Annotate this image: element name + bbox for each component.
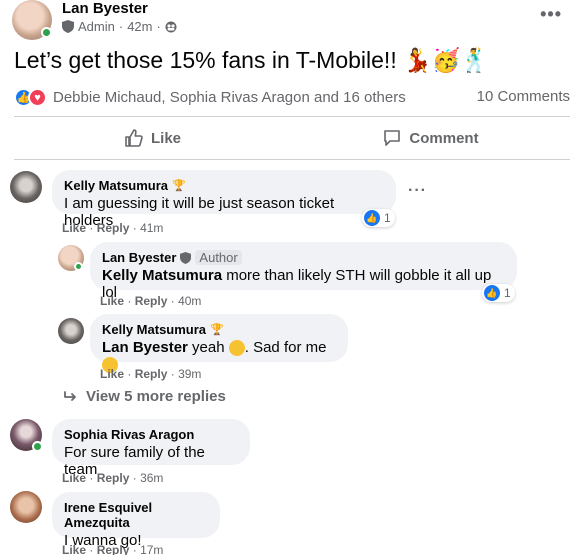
reply-bubble: Lan Byester Author Kelly Matsumura more …	[90, 242, 517, 301]
reaction-names[interactable]: Debbie Michaud, Sophia Rivas Aragon and …	[53, 89, 406, 106]
separator: ·	[132, 471, 137, 485]
reaction-count: 1	[384, 211, 391, 225]
view-more-replies-link[interactable]: View 5 more replies	[64, 388, 226, 405]
comment-actions: Like · Reply · 41m	[62, 221, 163, 235]
online-indicator	[74, 262, 83, 271]
post-role: Admin	[78, 19, 115, 34]
group-audience-icon	[165, 21, 177, 32]
love-reaction-icon: ♥	[28, 88, 47, 107]
commenter-name[interactable]: Kelly Matsumura 🏆	[64, 178, 384, 193]
separator: ·	[170, 367, 175, 381]
replier-name-text[interactable]: Kelly Matsumura	[102, 322, 206, 337]
comment-reply-link[interactable]: Reply	[97, 471, 130, 485]
fan-badge-icon: 🏆	[210, 324, 224, 336]
comment-button-label: Comment	[409, 129, 479, 147]
post-more-options-icon[interactable]: •••	[540, 4, 562, 25]
author-badge: Author	[195, 250, 242, 265]
separator: ·	[127, 367, 132, 381]
thumbs-up-icon	[125, 129, 143, 147]
separator: ·	[170, 294, 175, 308]
separator: ·	[89, 543, 94, 555]
replier-name: Kelly Matsumura 🏆	[102, 322, 336, 337]
like-button[interactable]: Like	[14, 117, 292, 159]
sad-face-emoji-icon	[228, 340, 245, 357]
commenter-name[interactable]: Irene Esquivel Amezquita	[64, 500, 208, 530]
reply-like-link[interactable]: Like	[100, 294, 124, 308]
online-indicator	[32, 441, 43, 452]
reply-like-link[interactable]: Like	[100, 367, 124, 381]
fan-badge-icon: 🏆	[172, 180, 186, 192]
author-shield-icon	[180, 251, 192, 264]
separator: ·	[127, 294, 132, 308]
comment-actions: Like · Reply · 36m	[62, 471, 163, 485]
reply-bubble: Kelly Matsumura 🏆 Lan Byester yeah . Sad…	[90, 314, 348, 374]
comment-time[interactable]: 36m	[140, 471, 163, 485]
online-indicator	[41, 27, 52, 38]
admin-shield-icon	[62, 20, 74, 33]
reply-reply-link[interactable]: Reply	[135, 367, 168, 381]
commenter-name-text[interactable]: Kelly Matsumura	[64, 178, 168, 193]
comment-more-options-icon[interactable]: ···	[408, 182, 427, 200]
replier-name-text[interactable]: Lan Byester	[102, 250, 176, 265]
separator: ·	[132, 221, 137, 235]
reply-actions: Like · Reply · 40m	[100, 294, 201, 308]
reaction-count: 1	[504, 286, 511, 300]
comment-like-link[interactable]: Like	[62, 471, 86, 485]
comment-bubble: Irene Esquivel Amezquita I wanna go!	[52, 492, 220, 549]
reply-reply-link[interactable]: Reply	[135, 294, 168, 308]
post-meta: Admin · 42m ·	[62, 19, 177, 34]
reply-actions: Like · Reply · 39m	[100, 367, 201, 381]
commenter-avatar[interactable]	[10, 171, 42, 203]
meta-separator: ·	[156, 19, 161, 34]
commenter-avatar[interactable]	[10, 491, 42, 523]
like-button-label: Like	[150, 129, 181, 147]
post-time[interactable]: 42m	[127, 19, 152, 34]
comment-actions: Like · Reply · 17m	[62, 543, 163, 555]
comment-reply-link[interactable]: Reply	[97, 543, 130, 555]
meta-separator: ·	[118, 19, 124, 34]
reply-reaction-count[interactable]: 👍 1	[482, 284, 515, 302]
comment-like-link[interactable]: Like	[62, 221, 86, 235]
mention-link[interactable]: Kelly Matsumura	[102, 267, 222, 284]
commenter-name[interactable]: Sophia Rivas Aragon	[64, 427, 238, 442]
like-reaction-icon: 👍	[484, 285, 500, 301]
comment-bubble: Sophia Rivas Aragon For sure family of t…	[52, 419, 250, 478]
comment-bubble: Kelly Matsumura 🏆 I am guessing it will …	[52, 170, 396, 229]
comment-bubble-icon	[384, 130, 401, 146]
replier-name: Lan Byester Author	[102, 250, 505, 265]
comment-reaction-count[interactable]: 👍 1	[362, 209, 395, 227]
like-reaction-icon: 👍	[364, 210, 380, 226]
comment-like-link[interactable]: Like	[62, 543, 86, 555]
separator: ·	[89, 221, 94, 235]
reply-text-part: . Sad for me	[244, 339, 327, 356]
comment-time[interactable]: 17m	[140, 543, 163, 555]
view-more-replies-label: View 5 more replies	[86, 388, 226, 405]
post-author-name[interactable]: Lan Byester	[62, 0, 148, 17]
comment-count[interactable]: 10 Comments	[477, 88, 570, 105]
mention-link[interactable]: Lan Byester	[102, 339, 188, 356]
reactions-summary[interactable]: 👍 ♥ Debbie Michaud, Sophia Rivas Aragon …	[14, 88, 406, 107]
reply-arrow-icon	[64, 390, 76, 401]
reply-time[interactable]: 40m	[178, 294, 201, 308]
replier-avatar[interactable]	[58, 318, 84, 344]
comment-time[interactable]: 41m	[140, 221, 163, 235]
separator: ·	[132, 543, 137, 555]
post-action-bar: Like Comment	[14, 116, 570, 160]
reply-text-part: yeah	[187, 339, 229, 356]
separator: ·	[89, 471, 94, 485]
comment-reply-link[interactable]: Reply	[97, 221, 130, 235]
comment-button[interactable]: Comment	[292, 117, 570, 159]
post-text: Let’s get those 15% fans in T-Mobile!! 💃…	[14, 47, 490, 73]
reply-time[interactable]: 39m	[178, 367, 201, 381]
